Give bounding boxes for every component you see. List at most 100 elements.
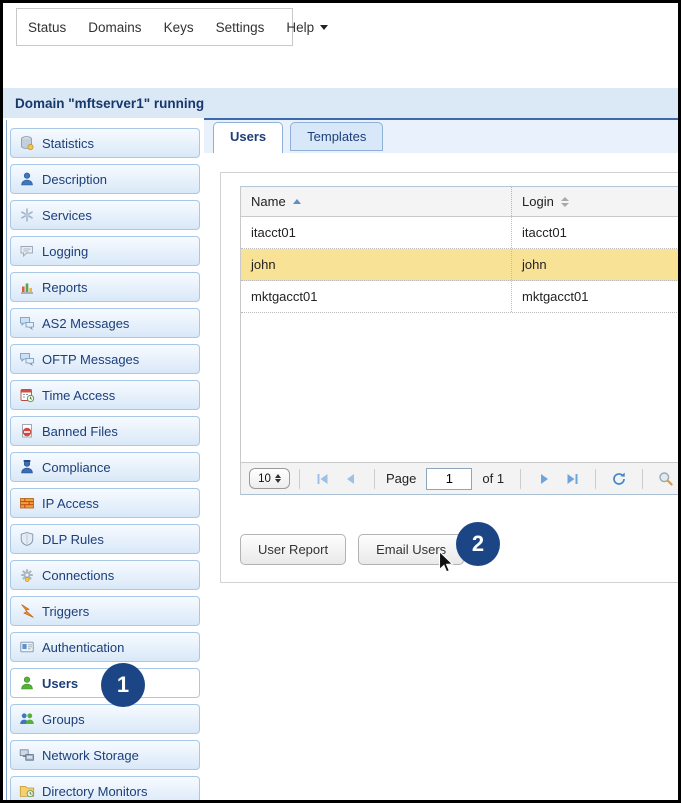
sidebar-item-authentication[interactable]: Authentication bbox=[10, 632, 200, 662]
column-label: Login bbox=[522, 194, 554, 209]
sidebar-item-network-storage[interactable]: Network Storage bbox=[10, 740, 200, 770]
table-cell: john bbox=[511, 249, 681, 280]
sidebar-item-label: Logging bbox=[42, 244, 88, 259]
table-body: itacct01itacct01johnjohnmktgacct01mktgac… bbox=[240, 217, 681, 462]
sidebar-item-label: DLP Rules bbox=[42, 532, 104, 547]
sidebar-item-label: Compliance bbox=[42, 460, 111, 475]
lightning-icon bbox=[19, 603, 35, 619]
menu-item-settings[interactable]: Settings bbox=[205, 20, 276, 35]
table-row-john[interactable]: johnjohn bbox=[241, 249, 681, 281]
main-content: UsersTemplates Name Login itacct01itacct0… bbox=[204, 118, 678, 800]
table-pager: 10 Page of 1 bbox=[240, 462, 681, 495]
statistics-icon bbox=[19, 135, 35, 151]
menu-item-help[interactable]: Help bbox=[275, 20, 339, 35]
sidebar-item-reports[interactable]: Reports bbox=[10, 272, 200, 302]
sidebar-item-label: Network Storage bbox=[42, 748, 139, 763]
sidebar-item-banned-files[interactable]: Banned Files bbox=[10, 416, 200, 446]
chat-bubbles-icon bbox=[19, 351, 35, 367]
sidebar-item-label: Time Access bbox=[42, 388, 115, 403]
sidebar-item-label: Reports bbox=[42, 280, 88, 295]
page-label: Page bbox=[386, 471, 416, 486]
sidebar-item-groups[interactable]: Groups bbox=[10, 704, 200, 734]
table-cell: john bbox=[241, 249, 511, 280]
tab-strip: UsersTemplates bbox=[204, 120, 678, 153]
tab-users[interactable]: Users bbox=[213, 122, 283, 153]
speech-bubble-icon bbox=[19, 243, 35, 259]
sidebar-item-label: Directory Monitors bbox=[42, 784, 147, 799]
top-menubar: StatusDomainsKeysSettingsHelp bbox=[16, 8, 293, 46]
column-header-login[interactable]: Login bbox=[511, 187, 681, 216]
domain-status-text: Domain "mftserver1" running bbox=[15, 96, 204, 111]
page-of-label: of 1 bbox=[482, 471, 504, 486]
previous-page-icon[interactable] bbox=[340, 471, 362, 487]
menu-item-label: Status bbox=[28, 20, 66, 35]
sidebar-item-label: IP Access bbox=[42, 496, 99, 511]
users-group-icon bbox=[19, 711, 35, 727]
table-cell: mktgacct01 bbox=[241, 281, 511, 312]
table-header: Name Login bbox=[240, 186, 681, 217]
sidebar-item-dlp-rules[interactable]: DLP Rules bbox=[10, 524, 200, 554]
menu-item-label: Settings bbox=[216, 20, 265, 35]
sidebar-item-description[interactable]: Description bbox=[10, 164, 200, 194]
sidebar-item-logging[interactable]: Logging bbox=[10, 236, 200, 266]
user-blue-icon bbox=[19, 171, 35, 187]
sidebar-item-statistics[interactable]: Statistics bbox=[10, 128, 200, 158]
shield-icon bbox=[19, 531, 35, 547]
app-window: Status Domains Keys Settings Help Domain "mf… bbox=[0, 0, 681, 803]
chevron-down-icon bbox=[320, 25, 328, 30]
last-page-icon[interactable] bbox=[561, 471, 583, 487]
menu-item-keys[interactable]: Keys bbox=[153, 20, 205, 35]
sort-both-icon bbox=[561, 197, 569, 207]
sidebar-item-as2-messages[interactable]: AS2 Messages bbox=[10, 308, 200, 338]
sidebar-item-oftp-messages[interactable]: OFTP Messages bbox=[10, 344, 200, 374]
page-size-select[interactable]: 10 bbox=[249, 468, 290, 489]
sidebar-item-time-access[interactable]: Time Access bbox=[10, 380, 200, 410]
banned-file-icon bbox=[19, 423, 35, 439]
table-row-mktgacct01[interactable]: mktgacct01mktgacct01 bbox=[241, 281, 681, 313]
sidebar-item-ip-access[interactable]: IP Access bbox=[10, 488, 200, 518]
domain-status-bar: Domain "mftserver1" running bbox=[3, 88, 678, 118]
stepper-icon bbox=[275, 474, 281, 484]
first-page-icon[interactable] bbox=[312, 471, 334, 487]
user-report-button[interactable]: User Report bbox=[240, 534, 346, 565]
sidebar-item-label: Triggers bbox=[42, 604, 89, 619]
officer-icon bbox=[19, 459, 35, 475]
sidebar-item-label: AS2 Messages bbox=[42, 316, 129, 331]
menu-item-domains[interactable]: Domains bbox=[77, 20, 152, 35]
folder-clock-icon bbox=[19, 783, 35, 799]
users-panel: Name Login itacct01itacct01johnjohnmktgac… bbox=[220, 172, 681, 583]
sidebar-item-triggers[interactable]: Triggers bbox=[10, 596, 200, 626]
sidebar-item-directory-monitors[interactable]: Directory Monitors bbox=[10, 776, 200, 803]
menu-item-status[interactable]: Status bbox=[17, 20, 77, 35]
sidebar-item-label: Description bbox=[42, 172, 107, 187]
sidebar-item-label: Statistics bbox=[42, 136, 94, 151]
table-row-itacct01[interactable]: itacct01itacct01 bbox=[241, 217, 681, 249]
sidebar-item-label: Banned Files bbox=[42, 424, 118, 439]
page-number-input[interactable] bbox=[426, 468, 472, 490]
column-label: Name bbox=[251, 194, 286, 209]
tab-templates[interactable]: Templates bbox=[290, 122, 383, 151]
id-card-icon bbox=[19, 639, 35, 655]
firewall-icon bbox=[19, 495, 35, 511]
network-drive-icon bbox=[19, 747, 35, 763]
calendar-clock-icon bbox=[19, 387, 35, 403]
menu-item-label: Domains bbox=[88, 20, 141, 35]
annotation-badge-2: 2 bbox=[456, 522, 500, 566]
sidebar-item-services[interactable]: Services bbox=[10, 200, 200, 230]
refresh-icon[interactable] bbox=[608, 471, 630, 487]
search-icon[interactable] bbox=[655, 471, 677, 487]
sidebar-item-connections[interactable]: Connections bbox=[10, 560, 200, 590]
users-table: Name Login itacct01itacct01johnjohnmktgac… bbox=[240, 186, 681, 495]
sidebar-item-label: Authentication bbox=[42, 640, 124, 655]
sidebar-item-compliance[interactable]: Compliance bbox=[10, 452, 200, 482]
table-cell: itacct01 bbox=[241, 217, 511, 248]
sidebar-item-label: Users bbox=[42, 676, 78, 691]
mouse-cursor bbox=[438, 551, 455, 581]
next-page-icon[interactable] bbox=[533, 471, 555, 487]
sort-ascending-icon bbox=[293, 199, 301, 204]
services-icon bbox=[19, 207, 35, 223]
column-header-name[interactable]: Name bbox=[241, 187, 511, 216]
annotation-badge-1: 1 bbox=[101, 663, 145, 707]
sidebar-item-label: OFTP Messages bbox=[42, 352, 139, 367]
sidebar-item-label: Services bbox=[42, 208, 92, 223]
